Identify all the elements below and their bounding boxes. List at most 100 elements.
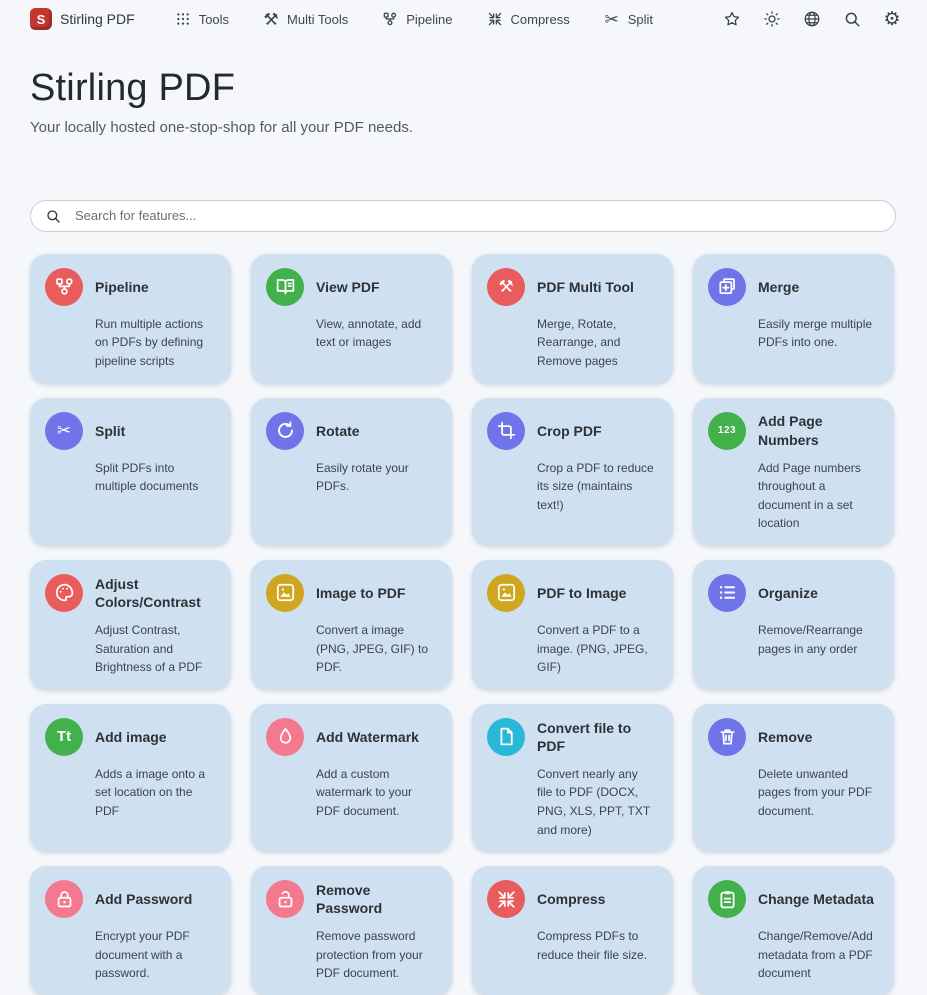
card-description: Convert a image (PNG, JPEG, GIF) to PDF.	[316, 621, 437, 677]
card-description: Adjust Contrast, Saturation and Brightne…	[95, 621, 216, 677]
nav-items: Tools ⚒ Multi Tools Pipeline Compress ✂ …	[175, 11, 723, 27]
card-change-metadata[interactable]: Change Metadata Change/Remove/Add metada…	[693, 866, 894, 995]
feature-grid: Pipeline Run multiple actions on PDFs by…	[30, 254, 894, 995]
card-title: Add Watermark	[316, 728, 419, 746]
card-split[interactable]: ✂ Split Split PDFs into multiple documen…	[30, 398, 231, 545]
card-convert-to-pdf[interactable]: Convert file to PDF Convert nearly any f…	[472, 704, 673, 851]
card-description: Merge, Rotate, Rearrange, and Remove pag…	[537, 315, 658, 371]
card-title: Split	[95, 422, 125, 440]
card-remove[interactable]: Remove Delete unwanted pages from your P…	[693, 704, 894, 851]
search-icon	[45, 208, 61, 224]
nav-actions: ⚙	[723, 10, 901, 28]
card-description: Remove/Rearrange pages in any order	[758, 621, 879, 658]
card-title: PDF to Image	[537, 584, 626, 602]
scissors-icon: ✂	[604, 11, 620, 27]
card-title: Add Password	[95, 890, 192, 908]
palette-icon	[45, 574, 83, 612]
card-compress[interactable]: Compress Compress PDFs to reduce their f…	[472, 866, 673, 995]
card-add-image[interactable]: Tt Add image Adds a image onto a set loc…	[30, 704, 231, 851]
card-title: Crop PDF	[537, 422, 602, 440]
bullet-list-icon	[708, 574, 746, 612]
card-view-pdf[interactable]: View PDF View, annotate, add text or ima…	[251, 254, 452, 383]
card-title: Merge	[758, 278, 799, 296]
nav-item-compress[interactable]: Compress	[487, 11, 570, 27]
page-title: Stirling PDF	[30, 66, 897, 111]
card-title: Rotate	[316, 422, 360, 440]
card-description: Easily merge multiple PDFs into one.	[758, 315, 879, 352]
nav-item-label: Tools	[199, 12, 229, 27]
trash-icon	[708, 718, 746, 756]
file-icon	[487, 718, 525, 756]
card-rotate[interactable]: Rotate Easily rotate your PDFs.	[251, 398, 452, 545]
card-description: Adds a image onto a set location on the …	[95, 765, 216, 821]
card-pdf-multi-tool[interactable]: ⚒ PDF Multi Tool Merge, Rotate, Rearrang…	[472, 254, 673, 383]
card-description: Convert a PDF to a image. (PNG, JPEG, GI…	[537, 621, 658, 677]
brand-label: Stirling PDF	[60, 11, 135, 27]
lock-icon	[45, 880, 83, 918]
card-description: Add a custom watermark to your PDF docum…	[316, 765, 437, 821]
brand[interactable]: S Stirling PDF	[30, 8, 135, 30]
hammer-wrench-icon: ⚒	[487, 268, 525, 306]
nav-item-multi-tools[interactable]: ⚒ Multi Tools	[263, 11, 348, 27]
card-title: View PDF	[316, 278, 380, 296]
card-title: Remove Password	[316, 881, 437, 917]
nav-item-label: Multi Tools	[287, 12, 348, 27]
card-add-page-numbers[interactable]: 123 Add Page Numbers Add Page numbers th…	[693, 398, 894, 545]
nav-item-tools[interactable]: Tools	[175, 11, 229, 27]
card-pipeline[interactable]: Pipeline Run multiple actions on PDFs by…	[30, 254, 231, 383]
image-icon	[487, 574, 525, 612]
navbar: S Stirling PDF Tools ⚒ Multi Tools Pipel…	[0, 0, 927, 36]
card-description: Compress PDFs to reduce their file size.	[537, 927, 658, 964]
nav-item-label: Split	[628, 12, 653, 27]
language-globe-icon[interactable]	[803, 10, 821, 28]
rotate-icon	[266, 412, 304, 450]
water-drop-icon	[266, 718, 304, 756]
card-title: Add image	[95, 728, 167, 746]
nav-item-split[interactable]: ✂ Split	[604, 11, 653, 27]
card-title: Adjust Colors/Contrast	[95, 575, 216, 611]
compress-arrows-icon	[487, 880, 525, 918]
hammer-wrench-icon: ⚒	[263, 11, 279, 27]
card-description: View, annotate, add text or images	[316, 315, 437, 352]
merge-pages-icon	[708, 268, 746, 306]
crop-icon	[487, 412, 525, 450]
card-image-to-pdf[interactable]: Image to PDF Convert a image (PNG, JPEG,…	[251, 560, 452, 689]
card-merge[interactable]: Merge Easily merge multiple PDFs into on…	[693, 254, 894, 383]
nav-item-label: Pipeline	[406, 12, 452, 27]
card-description: Change/Remove/Add metadata from a PDF do…	[758, 927, 879, 983]
image-icon	[266, 574, 304, 612]
unlock-icon	[266, 880, 304, 918]
card-description: Easily rotate your PDFs.	[316, 459, 437, 496]
card-title: Add Page Numbers	[758, 412, 879, 448]
card-description: Remove password protection from your PDF…	[316, 927, 437, 983]
card-remove-password[interactable]: Remove Password Remove password protecti…	[251, 866, 452, 995]
stirling-logo-icon: S	[30, 8, 52, 30]
favourites-star-icon[interactable]	[723, 10, 741, 28]
search-input[interactable]	[30, 200, 896, 232]
nav-item-label: Compress	[511, 12, 570, 27]
search-icon[interactable]	[843, 10, 861, 28]
card-title: PDF Multi Tool	[537, 278, 634, 296]
card-add-password[interactable]: Add Password Encrypt your PDF document w…	[30, 866, 231, 995]
card-adjust-colors[interactable]: Adjust Colors/Contrast Adjust Contrast, …	[30, 560, 231, 689]
card-description: Run multiple actions on PDFs by defining…	[95, 315, 216, 371]
card-title: Pipeline	[95, 278, 149, 296]
card-add-watermark[interactable]: Add Watermark Add a custom watermark to …	[251, 704, 452, 851]
card-description: Convert nearly any file to PDF (DOCX, PN…	[537, 765, 658, 839]
compress-arrows-icon	[487, 11, 503, 27]
card-title: Convert file to PDF	[537, 719, 658, 755]
scissors-icon: ✂	[45, 412, 83, 450]
hero: Stirling PDF Your locally hosted one-sto…	[0, 36, 927, 136]
page-numbers-icon: 123	[708, 412, 746, 450]
card-title: Organize	[758, 584, 818, 602]
pipeline-icon	[45, 268, 83, 306]
theme-brightness-icon[interactable]	[763, 10, 781, 28]
card-description: Delete unwanted pages from your PDF docu…	[758, 765, 879, 821]
card-crop-pdf[interactable]: Crop PDF Crop a PDF to reduce its size (…	[472, 398, 673, 545]
open-book-icon	[266, 268, 304, 306]
card-organize[interactable]: Organize Remove/Rearrange pages in any o…	[693, 560, 894, 689]
settings-gear-icon[interactable]: ⚙	[883, 10, 901, 28]
card-pdf-to-image[interactable]: PDF to Image Convert a PDF to a image. (…	[472, 560, 673, 689]
card-description: Add Page numbers throughout a document i…	[758, 459, 879, 533]
nav-item-pipeline[interactable]: Pipeline	[382, 11, 452, 27]
